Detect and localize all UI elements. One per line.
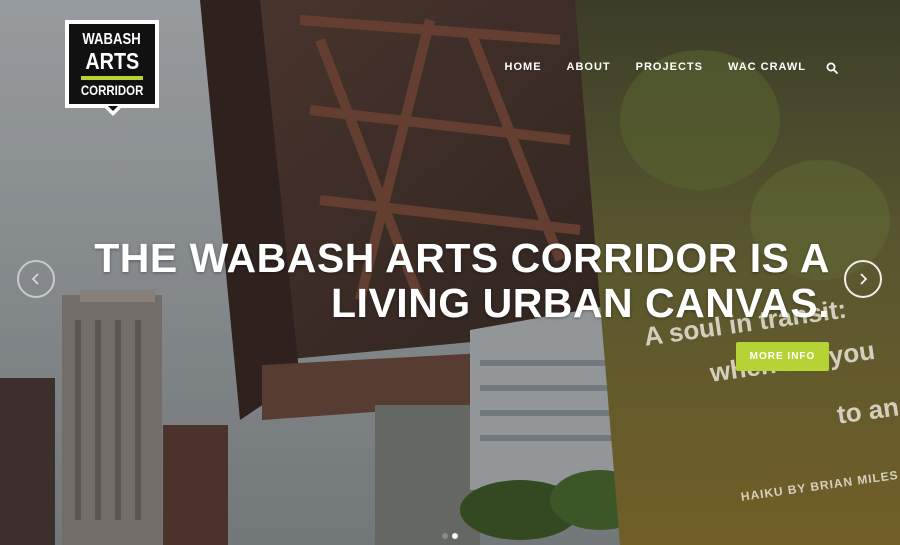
hero-headline: THE WABASH ARTS CORRIDOR IS A LIVING URB…: [70, 236, 830, 326]
search-icon[interactable]: [826, 61, 838, 74]
nav-item-projects[interactable]: PROJECTS: [636, 61, 703, 73]
chevron-left-icon: [31, 273, 39, 285]
carousel-prev-button[interactable]: [17, 260, 55, 298]
hero-headline-line2: LIVING URBAN CANVAS.: [331, 280, 830, 326]
carousel-dot-2[interactable]: [452, 533, 458, 539]
main-navigation: HOME ABOUT PROJECTS WAC CRAWL: [480, 61, 838, 74]
hero-slider: A soul in transit: when are you to an HA…: [0, 0, 900, 545]
nav-item-wac-crawl[interactable]: WAC CRAWL: [728, 61, 806, 73]
carousel-dot-1[interactable]: [442, 533, 448, 539]
logo-accent-bar: [81, 75, 143, 80]
carousel-next-button[interactable]: [844, 260, 882, 298]
hero-headline-line1: THE WABASH ARTS CORRIDOR IS A: [94, 235, 830, 281]
logo-line-corridor: CORRIDOR: [80, 81, 144, 98]
nav-item-home[interactable]: HOME: [505, 61, 542, 73]
carousel-pagination: [440, 533, 460, 539]
logo-line-arts: ARTS: [85, 47, 139, 74]
logo-speech-tail-inner: [108, 106, 118, 111]
chevron-right-icon: [860, 273, 868, 285]
logo-line-wabash: WABASH: [82, 30, 142, 48]
more-info-button[interactable]: MORE INFO: [736, 342, 829, 371]
logo-mark: WABASH ARTS CORRIDOR: [69, 24, 155, 104]
site-logo[interactable]: WABASH ARTS CORRIDOR: [65, 20, 159, 116]
nav-item-about[interactable]: ABOUT: [567, 61, 611, 73]
